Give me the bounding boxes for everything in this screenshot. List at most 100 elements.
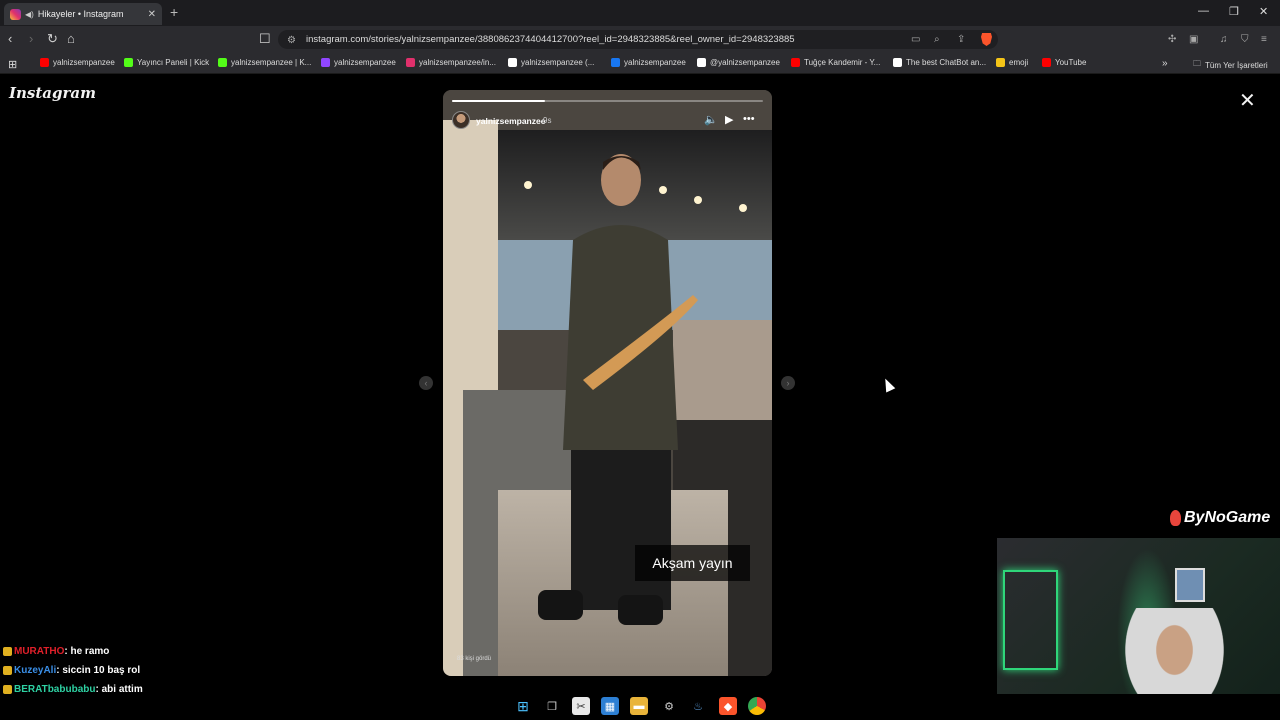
folder-icon: 🗀 xyxy=(1193,59,1201,68)
site-info-icon[interactable]: ⚙ xyxy=(287,35,296,46)
bookmark-label: yalnizsempanzee xyxy=(334,58,396,67)
bookmark-item[interactable]: Tuğçe Kandemir - Y... xyxy=(791,58,880,67)
story-viewers[interactable]: 83 kişi gördü xyxy=(457,656,491,662)
settings-icon[interactable]: ⚙ xyxy=(660,697,678,715)
avatar[interactable] xyxy=(452,111,470,129)
bookmark-label: Tuğçe Kandemir - Y... xyxy=(804,58,881,67)
flame-logo-icon xyxy=(1170,510,1181,526)
bookmark-favicon-icon xyxy=(508,58,517,67)
media-icon[interactable]: ♫ xyxy=(1220,34,1228,45)
bookmark-favicon-icon xyxy=(611,58,620,67)
home-icon[interactable]: ⌂ xyxy=(67,31,75,46)
bookmark-favicon-icon xyxy=(1042,58,1051,67)
chat-username: KuzeyAli xyxy=(14,665,57,676)
chat-username: MURATHO xyxy=(14,646,65,657)
bookmark-item[interactable]: yalnizsempanzee/in... xyxy=(406,58,496,67)
windows-start-icon[interactable]: ⊞ xyxy=(514,697,532,715)
bookmark-label: yalnizsempanzee/in... xyxy=(419,58,496,67)
bookmark-favicon-icon xyxy=(996,58,1005,67)
photos-icon[interactable]: ▦ xyxy=(601,697,619,715)
new-tab-button[interactable]: + xyxy=(170,4,178,20)
file-explorer-icon[interactable]: ▬ xyxy=(630,697,648,715)
bookmark-item[interactable]: yalnizsempanzee xyxy=(611,58,686,67)
brave-taskbar-icon[interactable]: ◆ xyxy=(719,697,737,715)
steam-icon[interactable]: ♨ xyxy=(689,697,707,715)
close-story-icon[interactable]: ✕ xyxy=(1239,88,1256,113)
all-bookmarks-button[interactable]: 🗀 Tüm Yer İşaretleri xyxy=(1193,58,1268,72)
chat-text: : he ramo xyxy=(64,646,110,657)
task-view-icon[interactable]: ❐ xyxy=(543,697,561,715)
share-icon[interactable]: ⇪ xyxy=(957,34,965,45)
bookmark-item[interactable]: emoji xyxy=(996,58,1028,67)
story-video[interactable] xyxy=(443,90,772,676)
bookmark-item[interactable]: YouTube xyxy=(1042,58,1086,67)
mute-icon[interactable]: 🔈 xyxy=(704,113,718,126)
instagram-logo[interactable]: Instagram xyxy=(9,84,96,102)
extensions-icon[interactable]: ✣ xyxy=(1168,34,1176,45)
chat-message: MURATHO: he ramo xyxy=(3,646,109,657)
play-icon[interactable]: ▶ xyxy=(725,113,733,126)
bookmark-favicon-icon xyxy=(124,58,133,67)
apps-grid-icon[interactable]: ⊞ xyxy=(8,58,17,71)
bookmark-label: yalnizsempanzee xyxy=(624,58,686,67)
bookmark-favicon-icon xyxy=(321,58,330,67)
bookmark-label: yalnizsempanzee xyxy=(53,58,115,67)
chat-text: : siccin 10 baş rol xyxy=(56,665,141,676)
next-story-icon[interactable]: › xyxy=(781,376,795,390)
minimize-button[interactable]: — xyxy=(1198,5,1209,17)
streamer-webcam xyxy=(997,538,1280,720)
story-username[interactable]: yalnizsempanzee xyxy=(476,116,545,126)
chat-badge-icon xyxy=(3,647,12,656)
webcam-shelf xyxy=(1003,570,1058,670)
bookmark-label: emoji xyxy=(1009,58,1029,67)
bookmark-favicon-icon xyxy=(697,58,706,67)
more-options-icon[interactable]: ••• xyxy=(743,113,755,125)
tab-close-icon[interactable]: ✕ xyxy=(148,9,156,20)
story-caption: Akşam yayın xyxy=(635,545,750,581)
story-progress-bar xyxy=(452,100,546,102)
story-time: 9s xyxy=(543,116,552,125)
bookmark-item[interactable]: yalnizsempanzee xyxy=(40,58,115,67)
bookmark-item[interactable]: Yayıncı Paneli | Kick xyxy=(124,58,209,67)
watermark-text: ByNoGame xyxy=(1184,509,1271,526)
title-bar xyxy=(0,0,1280,26)
bookmark-label: yalnizsempanzee (... xyxy=(521,58,595,67)
previous-story-icon[interactable]: ‹ xyxy=(419,376,433,390)
close-window-button[interactable]: ✕ xyxy=(1259,5,1268,18)
forward-icon[interactable]: › xyxy=(29,31,33,46)
bookmark-item[interactable]: @yalnizsempanzee xyxy=(697,58,780,67)
bookmark-label: YouTube xyxy=(1055,58,1087,67)
bookmarks-overflow-icon[interactable]: » xyxy=(1162,58,1168,69)
bookmark-item[interactable]: yalnizsempanzee xyxy=(321,58,396,67)
bookmark-item[interactable]: yalnizsempanzee | K... xyxy=(218,58,311,67)
tab-title: Hikayeler • Instagram xyxy=(37,9,124,19)
chat-badge-icon xyxy=(3,685,12,694)
bookmark-label: @yalnizsempanzee xyxy=(710,58,780,67)
bookmark-label: The best ChatBot an... xyxy=(906,58,987,67)
bookmark-favicon-icon xyxy=(406,58,415,67)
bookmark-label: yalnizsempanzee | K... xyxy=(231,58,312,67)
bookmark-item[interactable]: yalnizsempanzee (... xyxy=(508,58,594,67)
snipping-tool-icon[interactable]: ✂ xyxy=(572,697,590,715)
tab-instagram-stories[interactable]: ◀) Hikayeler • Instagram ✕ xyxy=(4,3,162,25)
bookmark-page-icon[interactable]: ☐ xyxy=(259,31,271,47)
cast-icon[interactable]: ▭ xyxy=(911,34,920,45)
wallet-icon[interactable]: ▣ xyxy=(1189,34,1198,45)
menu-icon[interactable]: ≡ xyxy=(1261,34,1267,45)
bookmark-favicon-icon xyxy=(218,58,227,67)
maximize-button[interactable]: ❐ xyxy=(1229,5,1239,18)
story-frame-image xyxy=(443,90,772,676)
webcam-poster xyxy=(1175,568,1205,602)
bookmark-favicon-icon xyxy=(40,58,49,67)
back-icon[interactable]: ‹ xyxy=(8,31,12,46)
bookmark-item[interactable]: The best ChatBot an... xyxy=(893,58,986,67)
vpn-icon[interactable]: ⛉ xyxy=(1241,34,1249,45)
bookmark-label: Yayıncı Paneli | Kick xyxy=(137,58,210,67)
chat-badge-icon xyxy=(3,666,12,675)
zoom-icon[interactable]: ⌕ xyxy=(934,34,940,45)
chrome-icon[interactable] xyxy=(748,697,766,715)
speaker-icon[interactable]: ◀) xyxy=(25,10,34,19)
address-bar[interactable]: instagram.com/stories/yalnizsempanzee/38… xyxy=(278,30,998,49)
reload-icon[interactable]: ↻ xyxy=(47,31,58,47)
all-bookmarks-label: Tüm Yer İşaretleri xyxy=(1205,60,1268,70)
